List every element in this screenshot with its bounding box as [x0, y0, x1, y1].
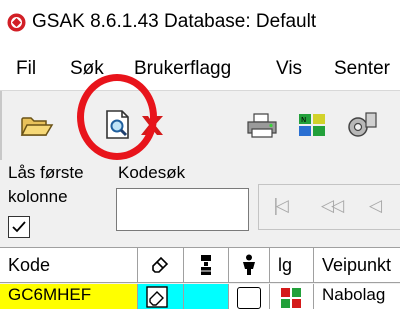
- column-header-traveler[interactable]: [184, 248, 229, 283]
- menu-item-senter[interactable]: Senter: [334, 58, 390, 80]
- table-row[interactable]: GC6MHEF Nabolag: [0, 284, 400, 309]
- column-header-lg[interactable]: lg: [270, 248, 314, 283]
- code-search-label: Kodesøk: [118, 163, 186, 182]
- colored-squares-icon: [281, 288, 301, 308]
- cell-person[interactable]: [229, 284, 270, 309]
- cell-waypoint[interactable]: Nabolag: [314, 284, 400, 309]
- previous-record-icon[interactable]: ◁: [369, 196, 382, 216]
- window-title: GSAK 8.6.1.43 Database: Default: [32, 11, 317, 32]
- menu-item-vis[interactable]: Vis: [276, 58, 302, 80]
- checkmark-icon: [12, 221, 26, 233]
- column-header-kode[interactable]: Kode: [0, 248, 138, 283]
- menu-item-sok[interactable]: Søk: [70, 58, 104, 80]
- lock-first-column-label: Lås første: [8, 163, 84, 182]
- cell-eraser[interactable]: [138, 284, 184, 309]
- column-header-person[interactable]: [229, 248, 270, 283]
- column-header-eraser[interactable]: [138, 248, 184, 283]
- person-icon: [243, 254, 255, 275]
- eraser-flag-icon: [146, 286, 168, 308]
- record-navigator: |◁ ◁◁ ◁: [258, 184, 400, 230]
- toolbar-separator: [0, 91, 2, 161]
- colored-grid-icon[interactable]: N: [292, 105, 332, 145]
- menu-item-fil[interactable]: Fil: [16, 58, 36, 80]
- menu-item-brukerflagg[interactable]: Brukerflagg: [134, 58, 231, 80]
- gears-icon[interactable]: [342, 105, 382, 145]
- menu-bar: Fil Søk Brukerflagg Vis Senter: [0, 48, 400, 90]
- lock-first-column-checkbox[interactable]: [8, 216, 30, 238]
- first-record-icon[interactable]: |◁: [273, 196, 289, 216]
- column-header-veipunkt[interactable]: Veipunkt: [314, 248, 400, 283]
- traveler-icon: [201, 255, 211, 275]
- title-bar: GSAK 8.6.1.43 Database: Default: [0, 0, 400, 48]
- code-search-input[interactable]: [116, 188, 249, 231]
- folder-open-icon[interactable]: [16, 105, 56, 145]
- grid-header: Kode lg Veipunkt: [0, 247, 400, 283]
- cell-lg: [270, 284, 314, 309]
- cell-traveler: [184, 284, 229, 309]
- lock-first-column-label-line2: kolonne: [8, 187, 68, 206]
- eraser-icon: [152, 256, 169, 273]
- previous-page-icon[interactable]: ◁◁: [321, 196, 344, 216]
- printer-icon[interactable]: [242, 105, 282, 145]
- svg-text:N: N: [301, 116, 306, 124]
- toolbar: N: [0, 90, 400, 161]
- cell-code[interactable]: GC6MHEF: [0, 284, 138, 309]
- gsak-logo-icon: [7, 13, 26, 32]
- found-checkbox[interactable]: [237, 287, 261, 309]
- highlight-circle: [77, 74, 157, 160]
